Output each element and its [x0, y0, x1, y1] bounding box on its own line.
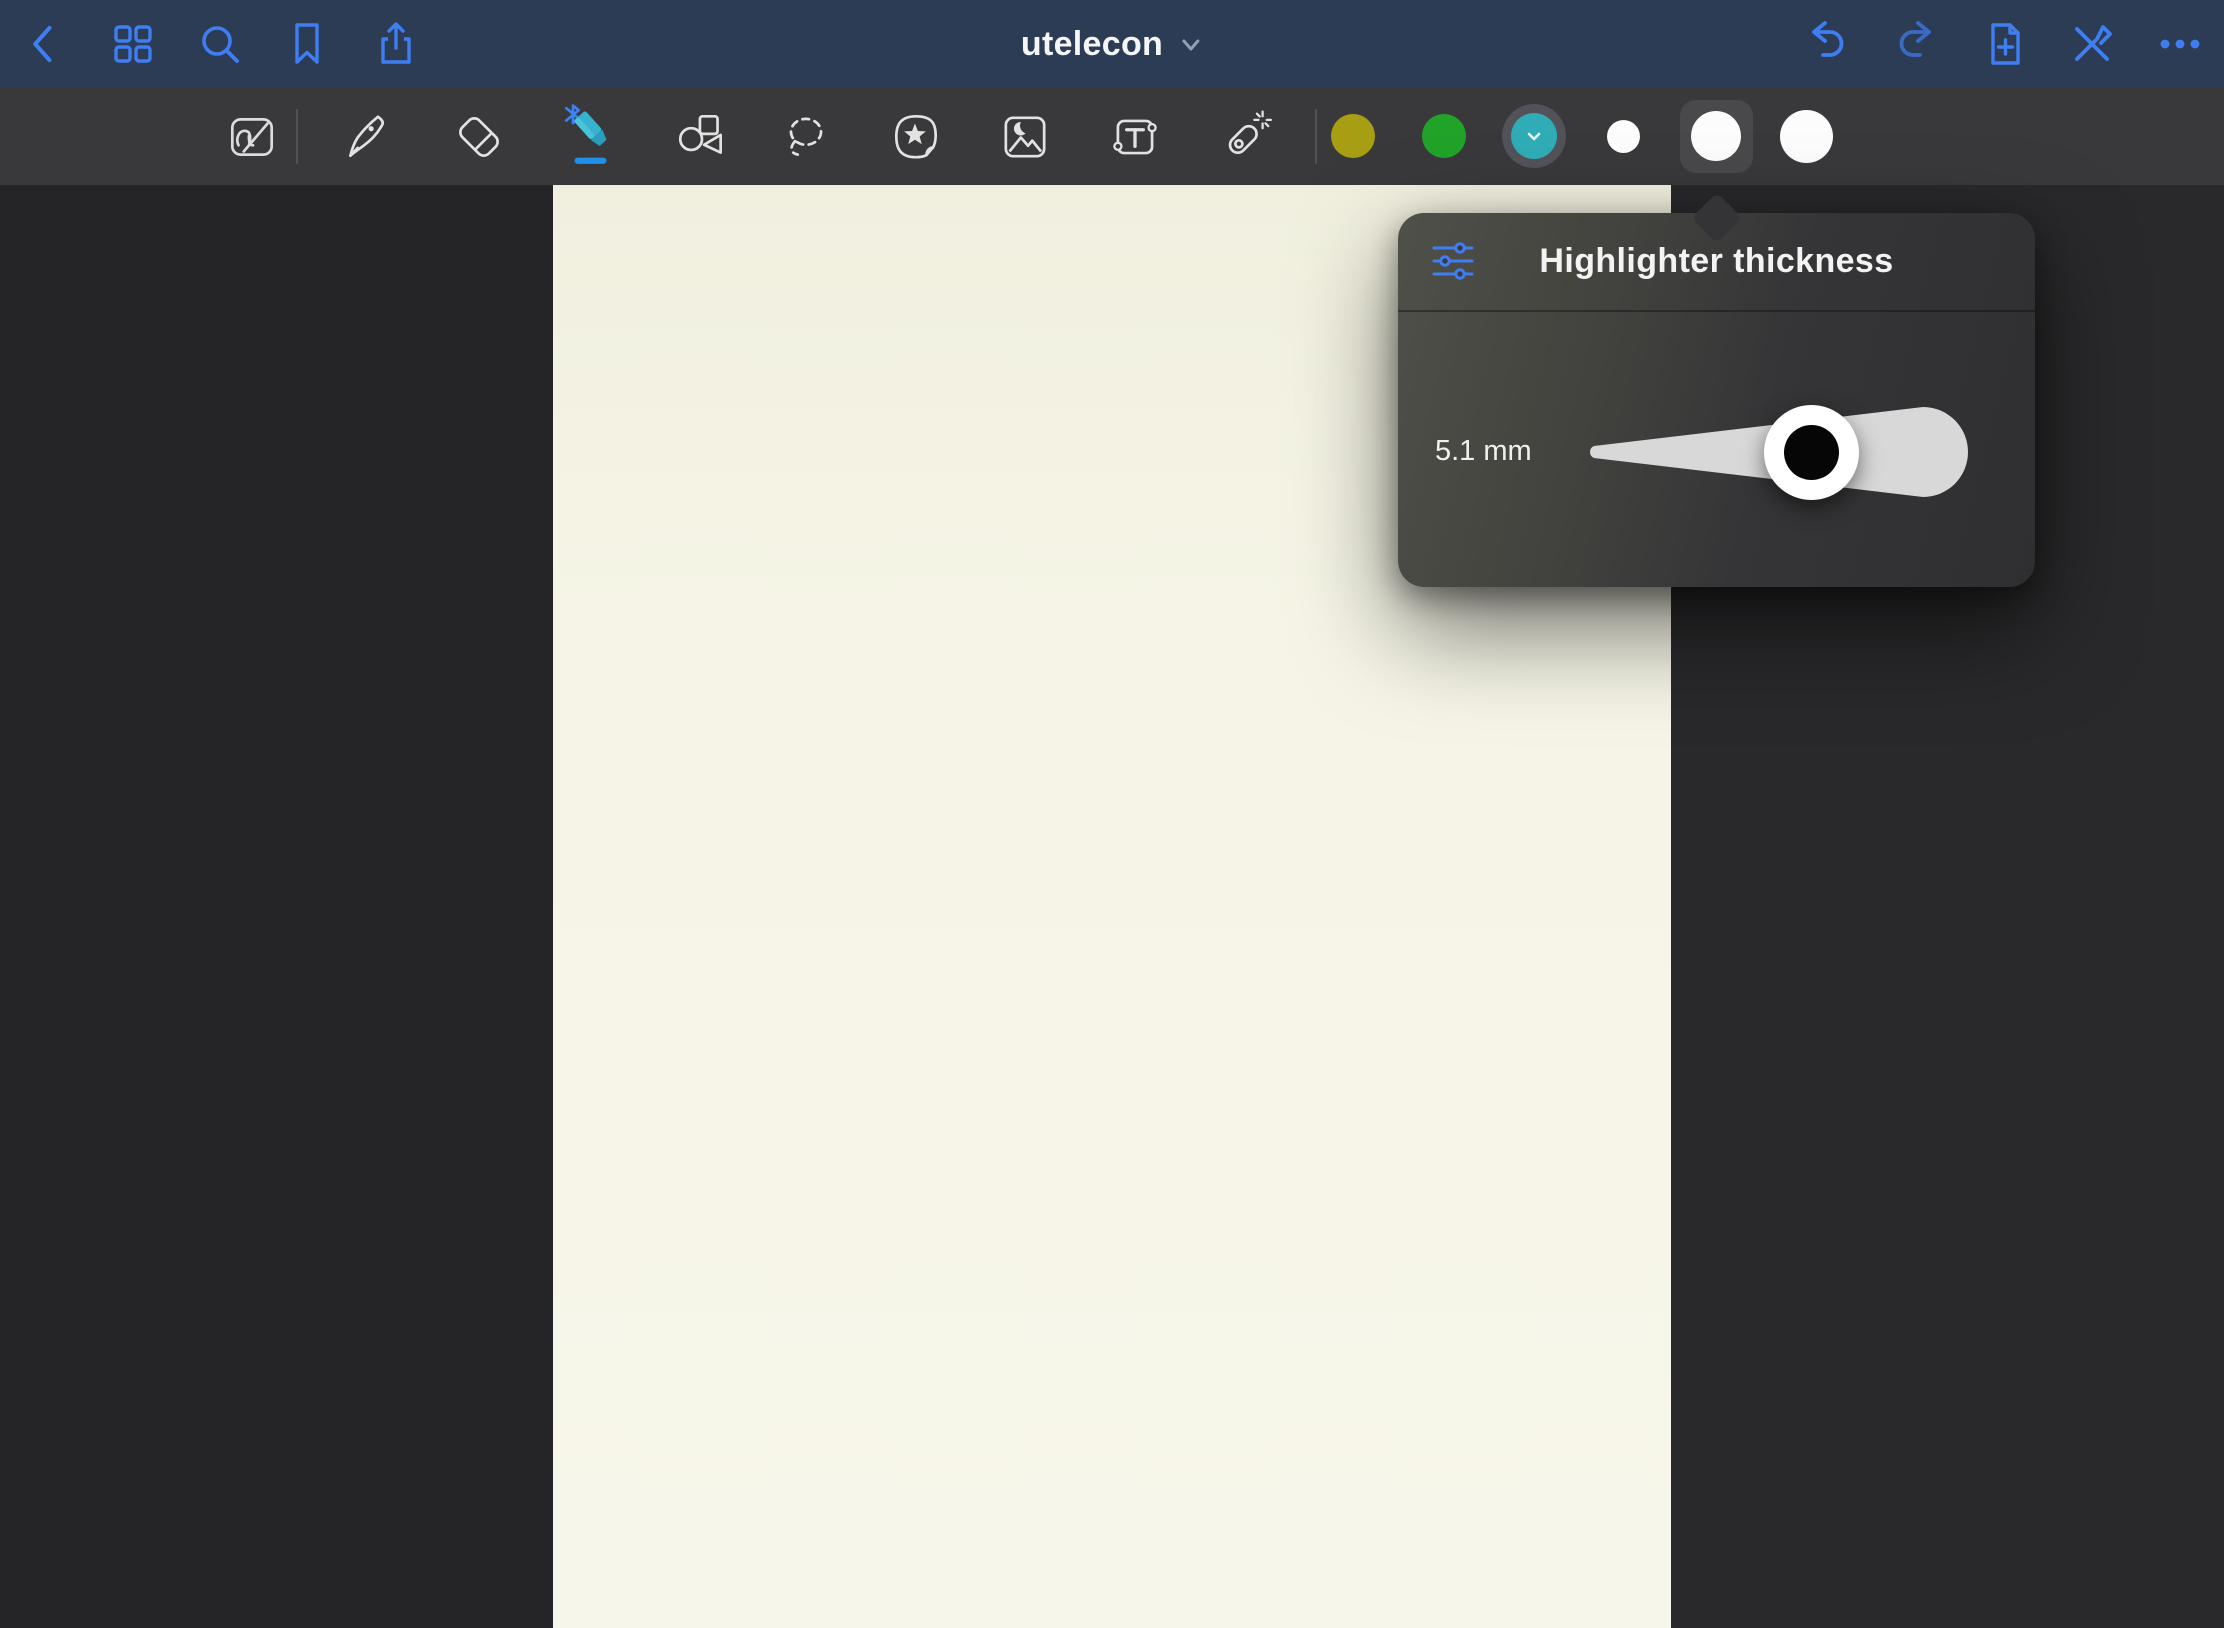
redo-button[interactable]: [1884, 13, 1946, 75]
app-window: utelecon: [0, 0, 2224, 1628]
chevron-down-icon: [1179, 32, 1203, 56]
popover-title: Highlighter thickness: [1539, 242, 1893, 281]
undo-button[interactable]: [1797, 13, 1859, 75]
toolbar-divider: [296, 109, 298, 164]
highlighter-icon: [557, 104, 623, 170]
moon-icon: [1014, 122, 1026, 135]
navigation-bar: utelecon: [0, 0, 2224, 88]
eraser-tool-button[interactable]: [446, 104, 512, 170]
sticker-icon: [887, 108, 945, 166]
undo-icon: [1800, 16, 1856, 72]
bookmark-button[interactable]: [276, 13, 338, 75]
add-page-icon: [1977, 16, 2033, 72]
image-tool-button[interactable]: [992, 104, 1058, 170]
pen-tool-button[interactable]: [334, 104, 400, 170]
highlighter-tool-button[interactable]: [557, 104, 623, 170]
page-overview-icon: [105, 16, 161, 72]
more-button[interactable]: [2149, 13, 2211, 75]
pen-off-toggle-button[interactable]: [2061, 13, 2123, 75]
back-icon: [20, 16, 70, 72]
more-icon: [2152, 16, 2208, 72]
text-icon: [1106, 108, 1164, 166]
chevron-down-icon: [1524, 126, 1544, 146]
thickness-slider-thumb-dot: [1784, 425, 1839, 480]
add-page-button[interactable]: [1974, 13, 2036, 75]
teal-swatch-circle: [1511, 113, 1557, 159]
sliders-icon: [1430, 239, 1476, 285]
popover-body: 5.1 mm: [1398, 312, 2035, 587]
toolbar-divider: [1315, 109, 1317, 164]
color-swatch-teal-selected[interactable]: [1502, 104, 1566, 168]
thickness-value-label: 5.1 mm: [1435, 435, 1532, 468]
document-title: utelecon: [1021, 25, 1163, 64]
color-swatch-green[interactable]: [1422, 114, 1466, 158]
shapes-icon: [673, 108, 731, 166]
lasso-icon: [777, 108, 835, 166]
thickness-option-medium-selected[interactable]: [1691, 111, 1741, 161]
image-icon: [996, 108, 1054, 166]
star-icon: [904, 124, 926, 145]
thickness-slider-thumb[interactable]: [1764, 405, 1859, 500]
highlighter-thickness-popover: Highlighter thickness 5.1 mm: [1398, 213, 2035, 587]
bookmark-icon: [279, 16, 335, 72]
search-icon: [192, 16, 248, 72]
shapes-tool-button[interactable]: [669, 104, 735, 170]
sparkle-icon: [1254, 112, 1271, 129]
page-overview-button[interactable]: [102, 13, 164, 75]
thickness-option-large[interactable]: [1780, 110, 1833, 163]
edit-mode-button[interactable]: [219, 104, 285, 170]
tools-toolbar: [0, 88, 2224, 185]
popover-header: Highlighter thickness: [1398, 213, 2035, 312]
document-title-button[interactable]: utelecon: [1021, 0, 1203, 88]
search-button[interactable]: [189, 13, 251, 75]
edit-mode-icon: [223, 108, 281, 166]
laser-pointer-icon: [1216, 108, 1274, 166]
redo-icon: [1887, 16, 1943, 72]
laser-pointer-tool-button[interactable]: [1212, 104, 1278, 170]
pen-icon: [338, 108, 396, 166]
thickness-option-small[interactable]: [1607, 120, 1640, 153]
back-button[interactable]: [14, 13, 76, 75]
color-swatch-olive[interactable]: [1331, 114, 1375, 158]
pen-off-icon: [2064, 16, 2120, 72]
eraser-icon: [450, 108, 508, 166]
share-button[interactable]: [365, 13, 427, 75]
sticker-tool-button[interactable]: [883, 104, 949, 170]
text-tool-button[interactable]: [1102, 104, 1168, 170]
share-icon: [368, 16, 424, 72]
lasso-tool-button[interactable]: [773, 104, 839, 170]
